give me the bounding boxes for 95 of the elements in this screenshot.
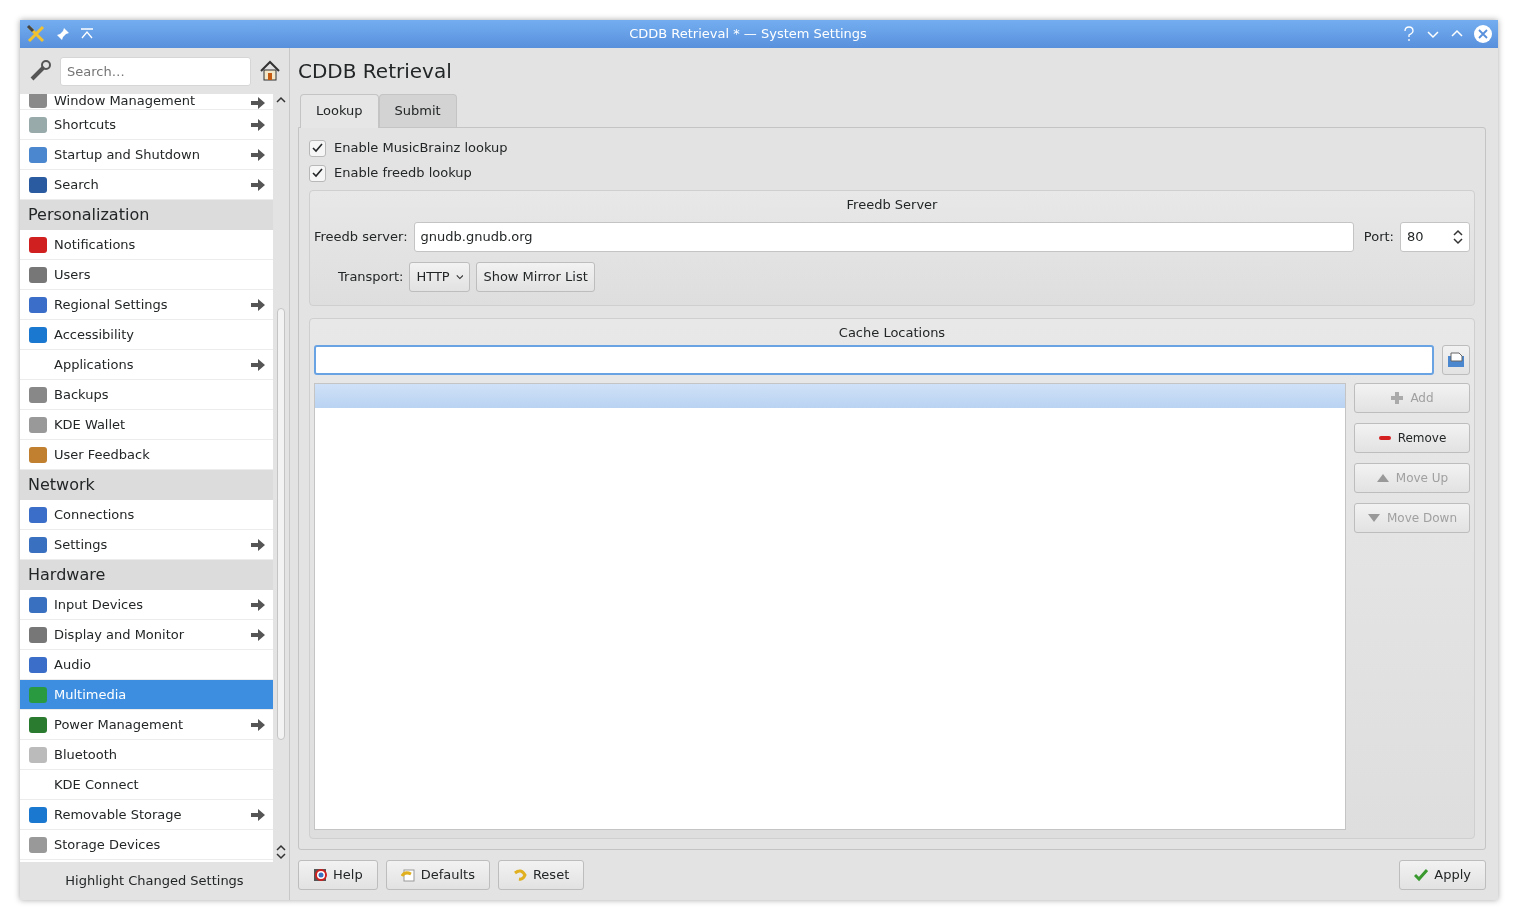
arrow-icon <box>251 628 265 641</box>
checkbox-label[interactable]: Enable MusicBrainz lookup <box>334 138 508 158</box>
tile-icon <box>28 715 48 734</box>
scroll-down-icon[interactable] <box>276 852 286 860</box>
sidebar-item[interactable]: Notifications <box>20 230 273 260</box>
sidebar-item[interactable]: Power Management <box>20 710 273 740</box>
tile-icon <box>28 235 48 254</box>
tile-icon <box>28 175 48 194</box>
tile-icon <box>28 295 48 314</box>
tile-icon <box>28 655 48 674</box>
scroll-up-icon[interactable] <box>276 96 286 104</box>
caret-icon <box>455 272 464 281</box>
sidebar-item[interactable]: Shortcuts <box>20 110 273 140</box>
cache-path-field[interactable] <box>314 344 1434 375</box>
sidebar-item[interactable]: Backups <box>20 380 273 410</box>
lifebuoy-icon <box>313 868 327 882</box>
arrow-icon <box>251 808 265 821</box>
checkbox-label[interactable]: Enable freedb lookup <box>334 163 472 183</box>
arrow-icon <box>251 298 265 311</box>
wrench-icon[interactable] <box>28 59 52 83</box>
sidebar-item[interactable]: Applications <box>20 350 273 380</box>
tile-icon <box>28 805 48 824</box>
group-title: Freedb Server <box>846 196 938 212</box>
sidebar-item[interactable]: Bluetooth <box>20 740 273 770</box>
sidebar-item[interactable]: Storage Devices <box>20 830 273 860</box>
server-input-field[interactable]: gnudb.gnudb.org <box>413 221 1354 252</box>
folder-browse-button[interactable] <box>1442 344 1470 375</box>
tile-icon <box>28 505 48 524</box>
close-icon[interactable] <box>1474 25 1492 43</box>
port-spinbox[interactable]: 80 <box>1400 221 1470 252</box>
section-header: Hardware <box>20 560 273 590</box>
sidebar-item[interactable]: KDE Wallet <box>20 410 273 440</box>
arrow-icon <box>251 718 265 731</box>
sidebar-item[interactable]: Accessibility <box>20 320 273 350</box>
help-button[interactable]: Help <box>298 860 378 890</box>
sidebar-item[interactable]: Users <box>20 260 273 290</box>
tile-icon <box>28 415 48 434</box>
house-icon[interactable] <box>259 60 281 82</box>
reset-button[interactable]: Reset <box>497 860 585 890</box>
checkmark-icon <box>1414 868 1429 882</box>
sidebar-item[interactable]: Regional Settings <box>20 290 273 320</box>
tile-icon <box>28 325 48 344</box>
keep-above-icon[interactable] <box>80 27 94 41</box>
section-header: Network <box>20 470 273 500</box>
tile-icon <box>28 115 48 134</box>
tile-icon <box>28 145 48 164</box>
tile-icon <box>28 535 48 554</box>
arrow-icon <box>251 148 265 161</box>
tile-icon <box>28 94 48 109</box>
page-title: CDDB Retrieval <box>298 58 453 85</box>
search-field[interactable]: Search… <box>60 56 251 86</box>
arrow-icon <box>251 598 265 611</box>
tile-icon <box>28 835 48 854</box>
sidebar-item[interactable]: Removable Storage <box>20 800 273 830</box>
tile-icon <box>28 265 48 284</box>
arrow-icon <box>251 178 265 191</box>
transport-dropdown[interactable]: HTTP <box>409 261 471 292</box>
section-header: Personalization <box>20 200 273 230</box>
sidebar-item[interactable]: Window Management <box>20 94 273 110</box>
group-title: Cache Locations <box>838 324 946 340</box>
remove-button[interactable]: Remove <box>1354 422 1470 453</box>
tab[interactable]: Lookup <box>300 94 379 128</box>
tile-icon <box>28 745 48 764</box>
arrow-icon <box>251 358 265 371</box>
sidebar-item[interactable]: Input Devices <box>20 590 273 620</box>
spinner-arrows-icon[interactable] <box>1453 228 1463 245</box>
sidebar-item[interactable]: Connections <box>20 500 273 530</box>
tile-icon <box>28 445 48 464</box>
apply-button[interactable]: Apply <box>1399 860 1486 890</box>
scroll-up-icon[interactable] <box>276 844 286 852</box>
sidebar-item[interactable]: Startup and Shutdown <box>20 140 273 170</box>
field-label: Freedb server: <box>314 227 408 246</box>
pin-icon[interactable] <box>56 27 70 41</box>
field-label: Port: <box>1363 227 1394 246</box>
arrow-icon <box>251 118 265 131</box>
help-icon[interactable] <box>1402 26 1416 42</box>
field-label: Transport: <box>338 267 404 286</box>
defaults-button[interactable]: Defaults <box>385 860 490 890</box>
tile-icon <box>28 385 48 404</box>
tile-icon <box>28 595 48 614</box>
show-mirror-list-button[interactable]: Show Mirror List <box>476 261 595 292</box>
highlight-changed-settings-label[interactable]: Highlight Changed Settings <box>65 871 244 891</box>
tools-icon[interactable] <box>26 24 46 44</box>
sidebar-item[interactable]: Display and Monitor <box>20 620 273 650</box>
arrow-icon <box>251 538 265 551</box>
tile-icon <box>28 625 48 644</box>
folder-icon <box>1447 351 1465 368</box>
arrow-icon <box>251 97 265 109</box>
tile-icon <box>28 685 48 704</box>
scrollbar-thumb[interactable] <box>277 308 285 740</box>
tab[interactable]: Submit <box>378 94 457 127</box>
window-title: CDDB Retrieval * — System Settings <box>628 25 868 44</box>
plus-icon <box>1390 390 1405 405</box>
checkbox[interactable] <box>309 164 326 182</box>
checkbox[interactable] <box>309 139 326 157</box>
